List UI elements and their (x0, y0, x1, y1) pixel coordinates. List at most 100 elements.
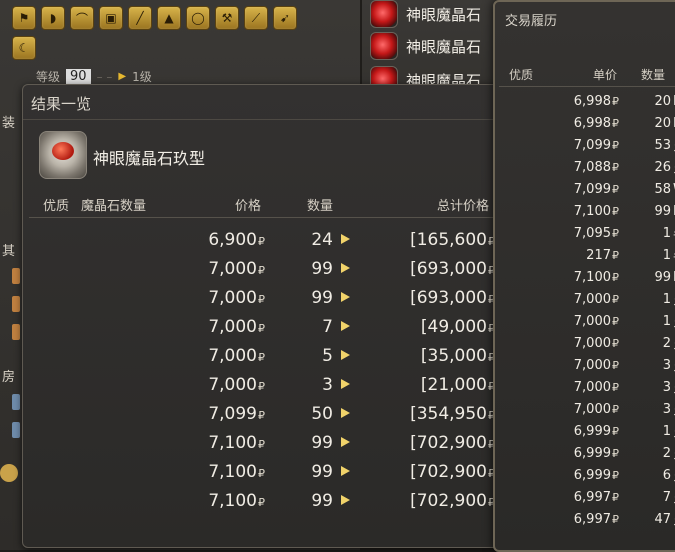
history-qty: 47 (654, 512, 671, 527)
side-label: 装 (2, 116, 16, 131)
listing-row[interactable]: 7,100₽ 99 [702,900₽ (23, 458, 503, 487)
listing-row[interactable]: 7,100₽ 99 [702,900₽ (23, 487, 503, 516)
history-price: 7,000₽ (573, 358, 619, 373)
listing-total: [165,600₽ (410, 230, 495, 250)
item-slot-icon[interactable] (12, 394, 20, 410)
listing-total: [702,900₽ (410, 491, 495, 511)
history-price: 6,997₽ (573, 512, 619, 527)
gil-symbol: ₽ (612, 359, 619, 372)
gil-symbol: ₽ (612, 337, 619, 350)
gil-symbol: ₽ (612, 117, 619, 130)
arrow-icon (341, 350, 350, 360)
item-slot-icon[interactable] (12, 268, 20, 284)
arrow-icon (341, 234, 350, 244)
pyramid-icon[interactable]: ▲ (157, 6, 181, 30)
arrow-icon (341, 379, 350, 389)
listing-total: [702,900₽ (410, 462, 495, 482)
knife-icon[interactable]: ➹ (273, 6, 297, 30)
header-qty[interactable]: 数量 (307, 195, 333, 214)
listing-row[interactable]: 7,000₽ 99 [693,000₽ (23, 284, 503, 313)
hat-icon[interactable]: ⌒ (70, 6, 94, 30)
history-price: 6,998₽ (573, 116, 619, 131)
history-row: 7,100₽99E (495, 201, 675, 223)
listing-total: [49,000₽ (420, 317, 495, 337)
gil-symbol: ₽ (612, 183, 619, 196)
minus-button[interactable]: – – (97, 70, 113, 84)
banner-icon[interactable]: ⚑ (12, 6, 36, 30)
gil-symbol: ₽ (612, 139, 619, 152)
level-target: 1级 (132, 70, 152, 84)
history-qty: 6 (662, 468, 671, 483)
axe-icon[interactable]: ⚒ (215, 6, 239, 30)
listing-price: 7,000₽ (208, 317, 265, 337)
gil-symbol: ₽ (612, 227, 619, 240)
history-price: 7,000₽ (573, 292, 619, 307)
list-item-label: 神眼魔晶石 (406, 5, 482, 24)
divider (499, 86, 675, 87)
listing-row[interactable]: 7,100₽ 99 [702,900₽ (23, 429, 503, 458)
history-price: 7,000₽ (573, 314, 619, 329)
armor-icon[interactable]: ▣ (99, 6, 123, 30)
listing-row[interactable]: 7,000₽ 7 [49,000₽ (23, 313, 503, 342)
materia-icon (370, 32, 398, 60)
history-row: 6,997₽7ネ (495, 487, 675, 509)
listing-row[interactable]: 7,000₽ 99 [693,000₽ (23, 255, 503, 284)
history-price: 7,100₽ (573, 204, 619, 219)
listing-total: [702,900₽ (410, 433, 495, 453)
history-qty: 99 (654, 204, 671, 219)
gil-symbol: ₽ (612, 161, 619, 174)
history-list: 6,998₽20E6,998₽20E7,099₽53ネ7,088₽26ネ7,09… (495, 91, 675, 531)
listing-qty: 3 (322, 375, 333, 395)
listing-price: 7,100₽ (208, 462, 265, 482)
item-slot-icon[interactable] (12, 422, 20, 438)
history-qty: 1 (662, 314, 671, 329)
history-row: 7,095₽1월 (495, 223, 675, 245)
list-item[interactable]: 神眼魔晶石 (370, 0, 481, 28)
history-price: 6,999₽ (573, 424, 619, 439)
gil-symbol: ₽ (258, 351, 265, 364)
listing-total: [693,000₽ (410, 288, 495, 308)
listing-qty: 24 (311, 230, 333, 250)
gil-symbol: ₽ (258, 235, 265, 248)
key-icon[interactable] (0, 464, 18, 482)
header-total[interactable]: 总计价格 (437, 195, 489, 214)
scythe-icon[interactable]: ☾ (12, 36, 36, 60)
gil-symbol: ₽ (258, 409, 265, 422)
header-unit-price: 单价 (593, 68, 618, 82)
header-quality: 优质 (509, 68, 534, 82)
history-qty: 7 (662, 490, 671, 505)
pauldron-icon[interactable]: ◗ (41, 6, 65, 30)
listing-row[interactable]: 7,099₽ 50 [354,950₽ (23, 400, 503, 429)
history-price: 7,099₽ (573, 182, 619, 197)
item-slot-icon[interactable] (12, 324, 20, 340)
results-window: 结果一览 神眼魔晶石玖型 优质 魔晶石数量 价格 数量 总计价格 6,900₽ 2… (22, 84, 504, 548)
header-materia[interactable]: 魔晶石数量 (81, 195, 146, 214)
divider (23, 119, 503, 120)
listing-price: 6,900₽ (208, 230, 265, 250)
listing-qty: 5 (322, 346, 333, 366)
listing-row[interactable]: 7,000₽ 5 [35,000₽ (23, 342, 503, 371)
side-label: 房 (2, 370, 16, 385)
history-price: 7,095₽ (573, 226, 619, 241)
item-slot-icon[interactable] (12, 296, 20, 312)
boots-icon[interactable]: ╱ (128, 6, 152, 30)
materia-icon[interactable] (39, 131, 87, 179)
gil-symbol: ₽ (612, 447, 619, 460)
list-item[interactable]: 神眼魔晶石 (370, 32, 481, 60)
level-input[interactable]: 90 (66, 69, 91, 84)
listing-qty: 50 (311, 404, 333, 424)
listing-row[interactable]: 6,900₽ 24 [165,600₽ (23, 226, 503, 255)
header-quality[interactable]: 优质 (43, 195, 69, 214)
arrow-icon (341, 321, 350, 331)
history-price: 7,099₽ (573, 138, 619, 153)
history-qty: 3 (662, 358, 671, 373)
ring-icon[interactable]: ◯ (186, 6, 210, 30)
arrow-icon (341, 437, 350, 447)
header-price[interactable]: 价格 (235, 195, 261, 214)
gil-symbol: ₽ (612, 469, 619, 482)
item-name: 神眼魔晶石玖型 (93, 149, 206, 168)
history-price: 217₽ (586, 248, 619, 263)
listing-row[interactable]: 7,000₽ 3 [21,000₽ (23, 371, 503, 400)
sword-icon[interactable]: ⟋ (244, 6, 268, 30)
divider (29, 217, 503, 218)
